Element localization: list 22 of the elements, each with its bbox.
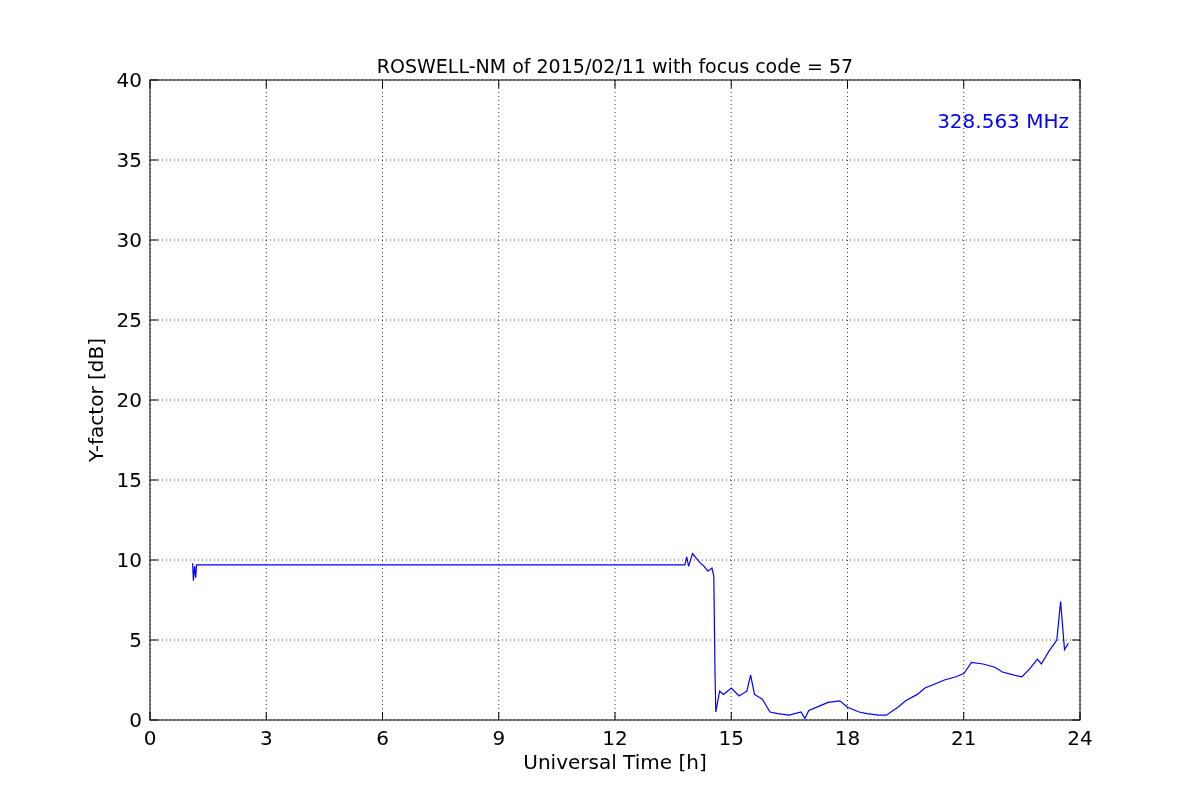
annotation-text: 328.563 MHz — [937, 109, 1069, 133]
tick-label: 30 — [116, 228, 142, 252]
tick-label: 12 — [602, 726, 628, 750]
tick-label: 35 — [116, 148, 142, 172]
chart-title: ROSWELL-NM of 2015/02/11 with focus code = 57 — [376, 55, 854, 77]
tick-label: 21 — [951, 726, 977, 750]
tick-label: 24 — [1067, 726, 1093, 750]
tick-label: 15 — [718, 726, 744, 750]
tick-label: 18 — [834, 726, 861, 750]
tick-label: 0 — [129, 708, 142, 732]
tick-label: 9 — [492, 726, 506, 750]
y-axis-label: Y-factor [dB] — [84, 338, 108, 462]
tick-label: 40 — [116, 68, 142, 92]
tick-label: 25 — [116, 308, 142, 332]
tick-label: 15 — [116, 468, 142, 492]
tick-label: 3 — [259, 726, 273, 750]
x-axis-label: Universal Time [h] — [523, 750, 707, 774]
tick-label: 0 — [143, 726, 157, 750]
tick-label: 5 — [129, 628, 142, 652]
tick-label: 6 — [376, 726, 389, 750]
tick-label: 10 — [116, 548, 142, 572]
tick-label: 20 — [116, 388, 142, 412]
